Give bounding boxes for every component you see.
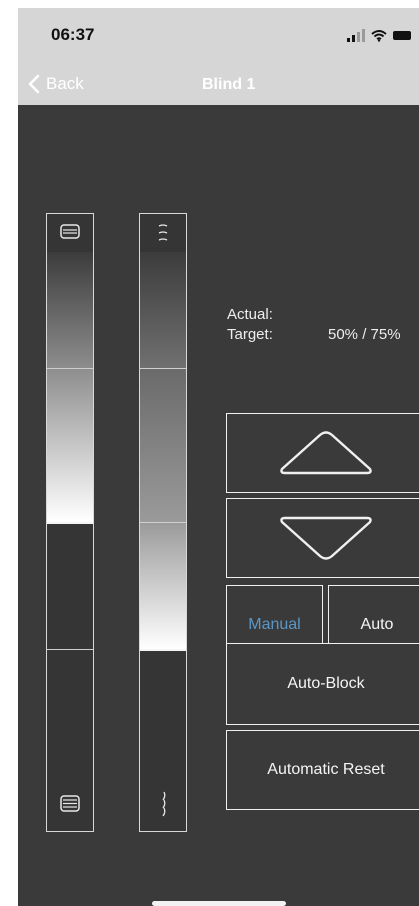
app-screen: 06:37 Back Blind 1 Actual: Target: 50% /…	[18, 8, 419, 906]
tilt-divider	[140, 522, 186, 523]
chevron-down-icon	[280, 516, 372, 560]
blind-divider	[47, 649, 93, 650]
blind-fill-edge	[47, 522, 93, 524]
move-up-button[interactable]	[226, 413, 419, 493]
blind-gradient-lower	[47, 368, 93, 522]
slat-tilt-open-icon	[140, 223, 186, 249]
automatic-reset-button[interactable]: Automatic Reset	[226, 730, 419, 810]
slat-tilt-closed-icon	[140, 789, 186, 819]
tilt-fill-edge	[140, 649, 186, 651]
wifi-icon	[371, 29, 387, 42]
back-button[interactable]: Back	[28, 72, 84, 96]
move-down-button[interactable]	[226, 498, 419, 578]
battery-icon	[393, 30, 411, 40]
back-label: Back	[46, 74, 84, 93]
blind-position-slider[interactable]	[46, 213, 94, 832]
auto-block-button[interactable]: Auto-Block	[226, 643, 419, 725]
cellular-signal-icon	[347, 28, 365, 42]
target-label: Target:	[227, 326, 273, 343]
actual-label: Actual:	[227, 306, 273, 323]
blind-slats-stacked-icon	[47, 794, 93, 814]
status-time: 06:37	[51, 25, 95, 44]
blind-gradient-upper	[47, 252, 93, 368]
target-value: 50% / 75%	[328, 326, 401, 343]
navigation-bar: Back Blind 1	[18, 62, 419, 105]
blind-slats-closed-icon	[47, 223, 93, 241]
page-title: Blind 1	[202, 76, 256, 93]
chevron-up-icon	[280, 431, 372, 475]
home-indicator[interactable]	[152, 901, 286, 906]
status-icons	[347, 26, 411, 44]
tilt-gradient-middle	[140, 368, 186, 522]
chevron-left-icon	[28, 74, 40, 94]
tilt-gradient-bottom	[140, 522, 186, 649]
tilt-gradient-top	[140, 252, 186, 368]
tilt-divider	[140, 368, 186, 369]
blind-control-panel: Actual: Target: 50% / 75% Manual Auto Au…	[18, 105, 419, 906]
slat-tilt-slider[interactable]	[139, 213, 187, 832]
blind-divider	[47, 368, 93, 369]
status-bar: 06:37	[18, 8, 419, 62]
